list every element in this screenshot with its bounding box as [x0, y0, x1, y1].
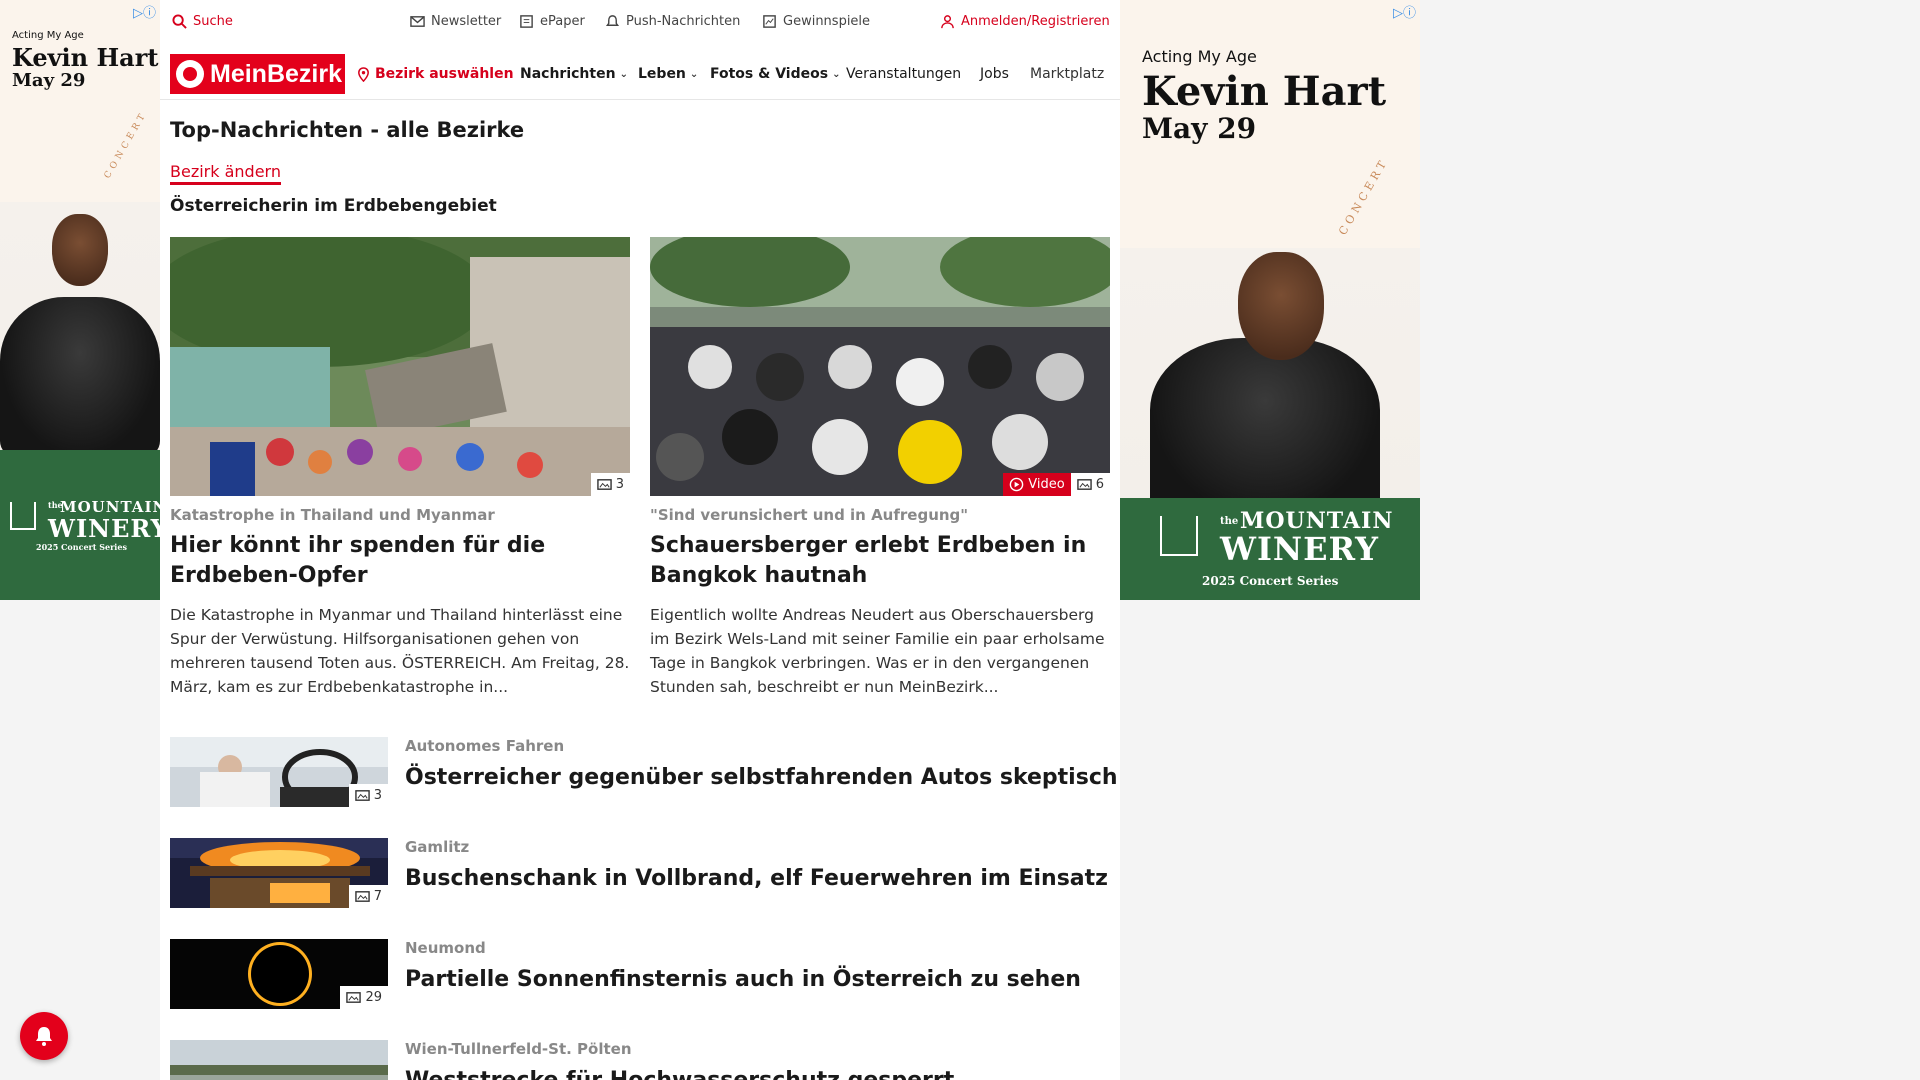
section-title: Top-Nachrichten - alle Bezirke: [170, 118, 525, 142]
camera-icon: [1076, 479, 1092, 490]
user-icon: [941, 15, 954, 29]
article-teaser: Die Katastrophe in Myanmar und Thailand …: [170, 606, 630, 696]
article-image[interactable]: Video 6: [650, 237, 1110, 496]
bell-icon: [605, 15, 620, 26]
chevron-down-icon: ⌄: [832, 68, 841, 80]
article-kicker: Katastrophe in Thailand und Myanmar: [170, 506, 495, 524]
ad-photo: [0, 202, 160, 457]
photo-count-badge: 3: [348, 784, 388, 807]
nav-item-nachrichten[interactable]: Nachrichten ⌄: [520, 66, 628, 82]
ad-headline: Kevin Hart: [12, 43, 159, 72]
ad-winery-block: the MOUNTAIN WINERY 2025 Concert Series: [1120, 498, 1420, 600]
ad-winery-block: the MOUNTAIN WINERY 2025 Concert Series: [0, 450, 160, 600]
nav-item-jobs[interactable]: Jobs: [980, 66, 1009, 82]
article-thumbnail[interactable]: 3: [170, 737, 388, 807]
photo-count-badge: 3: [590, 473, 630, 496]
camera-icon: [354, 891, 370, 902]
chevron-down-icon: ⌄: [619, 68, 628, 80]
search-link[interactable]: Suche: [172, 14, 233, 29]
gift-icon: [763, 15, 776, 28]
ad-acting-text: Acting My Age: [1142, 47, 1257, 66]
camera-icon: [596, 479, 612, 490]
ad-headline: Kevin Hart: [1142, 68, 1387, 115]
ad-date: May 29: [12, 70, 86, 91]
article-thumbnail[interactable]: [170, 1040, 388, 1080]
ad-acting-text: Acting My Age: [12, 30, 84, 41]
ad-concert-text: CONCERT: [1336, 155, 1391, 238]
notification-bell-button[interactable]: [20, 1012, 68, 1060]
adchoices-icon[interactable]: ▷ⓘ: [1393, 2, 1416, 21]
main-column: Suche Newsletter ePaper Push-Nachrichten…: [160, 0, 1120, 1080]
camera-icon: [354, 790, 370, 801]
nav-item-leben[interactable]: Leben ⌄: [638, 66, 698, 82]
newsletter-link[interactable]: Newsletter: [410, 14, 501, 29]
list-item[interactable]: 29 Neumond Partielle Sonnenfinsternis au…: [170, 939, 1110, 1009]
article-thumbnail[interactable]: 29: [170, 939, 388, 1009]
epaper-link[interactable]: ePaper: [519, 14, 585, 29]
games-link[interactable]: Gewinnspiele: [762, 14, 870, 29]
play-icon: [1009, 477, 1024, 492]
subsection-title: Österreicherin im Erdbebengebiet: [170, 196, 497, 216]
mail-icon: [410, 16, 425, 27]
article-title[interactable]: Hier könnt ihr spenden für die Erdbeben-…: [170, 531, 630, 591]
push-notifications-link[interactable]: Push-Nachrichten: [605, 14, 740, 29]
chevron-down-icon: ⌄: [689, 68, 699, 80]
nav-item-fotos-videos[interactable]: Fotos & Videos ⌄: [710, 66, 840, 82]
list-item[interactable]: 7 Gamlitz Buschenschank in Vollbrand, el…: [170, 838, 1110, 908]
nav-item-marktplatz[interactable]: Marktplatz: [1030, 66, 1112, 82]
article-title[interactable]: Österreicher gegenüber selbstfahrenden A…: [405, 765, 1118, 790]
article-kicker: Wien-Tullnerfeld-St. Pölten: [405, 1040, 632, 1058]
list-item[interactable]: 3 Autonomes Fahren Österreicher gegenübe…: [170, 737, 1118, 807]
article-title[interactable]: Buschenschank in Vollbrand, elf Feuerweh…: [405, 866, 1108, 891]
top-utility-bar: Suche Newsletter ePaper Push-Nachrichten…: [160, 0, 1120, 46]
photo-count-badge: 7: [348, 885, 388, 908]
change-district-link[interactable]: Bezirk ändern: [170, 162, 281, 185]
video-badge: Video: [1003, 473, 1071, 496]
article-kicker: Neumond: [405, 939, 486, 957]
location-pin-icon: [358, 66, 369, 82]
article-title[interactable]: Partielle Sonnenfinsternis auch in Öster…: [405, 967, 1081, 992]
bell-icon: [36, 1027, 52, 1046]
ad-concert-text: CONCERT: [102, 109, 150, 181]
article-kicker: Gamlitz: [405, 838, 470, 856]
article-teaser: Eigentlich wollte Andreas Neudert aus Ob…: [650, 606, 1105, 696]
photo-count-badge: 6: [1070, 473, 1110, 496]
epaper-icon: [520, 15, 533, 28]
search-icon: [172, 14, 187, 29]
right-ad-banner[interactable]: ▷ⓘ Acting My Age Kevin Hart May 29 CONCE…: [1120, 0, 1420, 600]
article-thumbnail[interactable]: 7: [170, 838, 388, 908]
article-kicker: "Sind verunsichert und in Aufregung": [650, 506, 969, 524]
adchoices-icon[interactable]: ▷ⓘ: [133, 2, 156, 21]
ad-photo: [1120, 248, 1420, 518]
article-title[interactable]: Weststrecke für Hochwasserschutz gesperr…: [405, 1068, 954, 1080]
left-ad-banner[interactable]: ▷ⓘ Acting My Age Kevin Hart May 29 CONCE…: [0, 0, 160, 600]
nav-item-veranstaltungen[interactable]: Veranstaltungen: [846, 66, 961, 82]
article-kicker: Autonomes Fahren: [405, 737, 565, 755]
article-title[interactable]: Schauersberger erlebt Erdbeben in Bangko…: [650, 531, 1110, 591]
featured-article-card[interactable]: Video 6 "Sind verunsichert und in Aufreg…: [650, 237, 1110, 699]
list-item[interactable]: Wien-Tullnerfeld-St. Pölten Weststrecke …: [170, 1040, 1110, 1080]
login-link[interactable]: Anmelden/Registrieren: [940, 14, 1110, 29]
district-select-button[interactable]: Bezirk auswählen: [356, 66, 514, 82]
ad-date: May 29: [1142, 112, 1257, 145]
main-navigation: MeinBezirk Bezirk auswählen Nachrichten ⌄…: [160, 50, 1120, 100]
site-logo[interactable]: MeinBezirk: [170, 54, 345, 94]
photo-count-badge: 29: [340, 986, 388, 1009]
logo-sun-icon: [176, 60, 204, 88]
camera-icon: [346, 992, 362, 1003]
featured-article-card[interactable]: 3 Katastrophe in Thailand und Myanmar Hi…: [170, 237, 630, 699]
article-image[interactable]: 3: [170, 237, 630, 496]
